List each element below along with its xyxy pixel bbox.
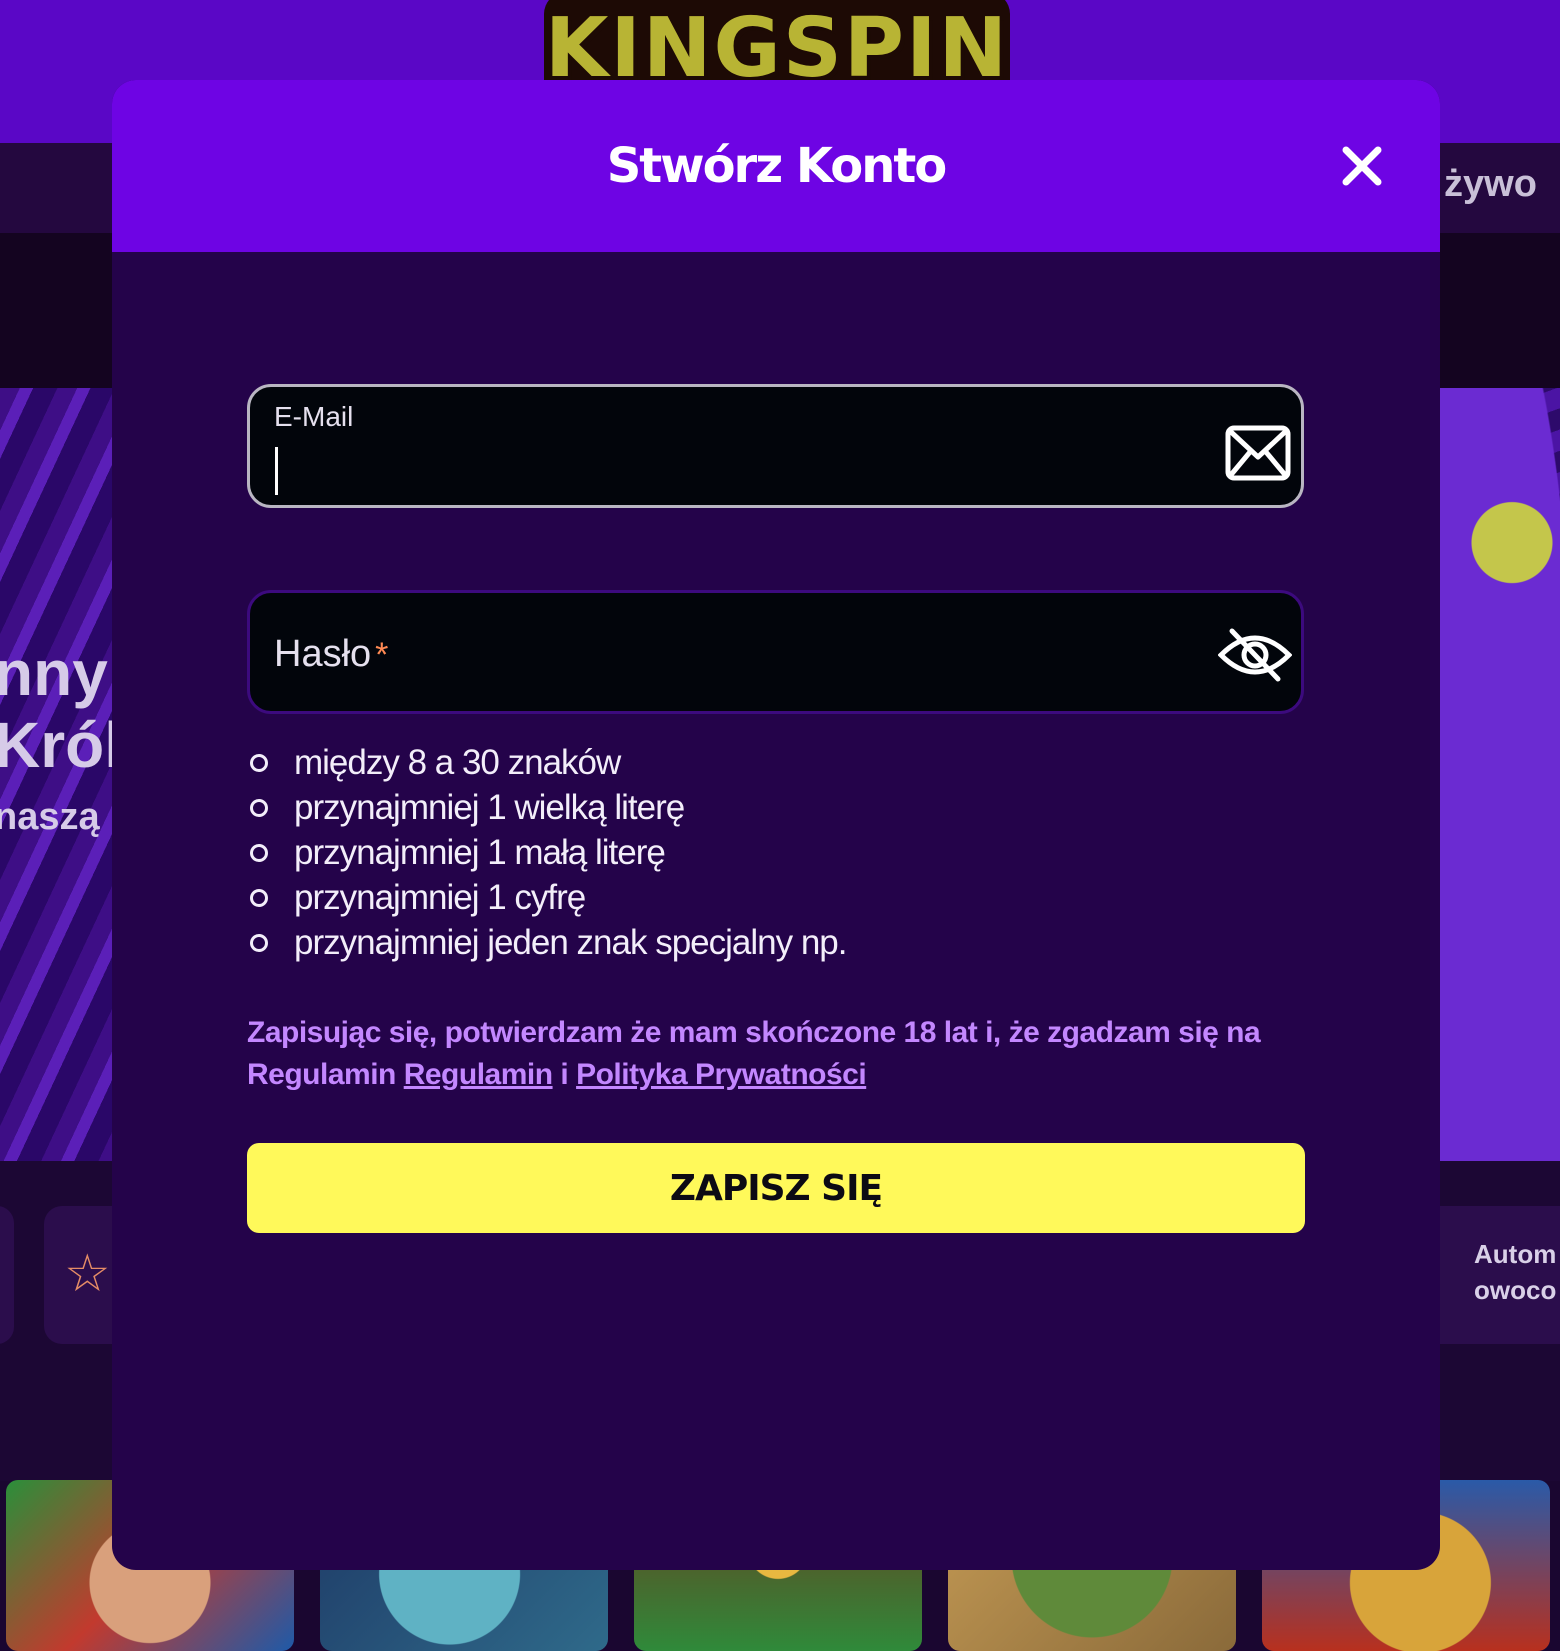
consent-text: Zapisując się, potwierdzam że mam skończ… — [247, 1012, 1317, 1096]
requirement-item: przynajmniej 1 wielką literę — [248, 785, 847, 830]
requirement-text: przynajmniej 1 wielką literę — [294, 787, 685, 827]
hero-title-line-1: nny — [0, 637, 108, 709]
password-field[interactable]: Hasło * — [247, 590, 1304, 714]
email-input[interactable] — [272, 443, 1172, 493]
hero-subtitle: naszą l — [0, 796, 121, 838]
requirement-text: między 8 a 30 znaków — [294, 742, 621, 782]
email-label: E-Mail — [274, 401, 354, 432]
signup-modal: Stwórz Konto E-Mail Hasło * między 8 a 30… — [112, 80, 1440, 1570]
category-card[interactable] — [0, 1206, 14, 1344]
hero-title-line-2: Król — [0, 709, 122, 781]
kingspin-logo[interactable]: KINGSPIN — [544, 0, 1010, 82]
requirement-item: przynajmniej 1 małą literę — [248, 830, 847, 875]
terms-link[interactable]: Regulamin — [404, 1058, 553, 1091]
category-label-fruit-slots: Autom owoco — [1474, 1236, 1556, 1308]
requirement-item: między 8 a 30 znaków — [248, 740, 847, 785]
eye-off-icon[interactable] — [1218, 625, 1292, 685]
modal-title: Stwórz Konto — [606, 138, 948, 194]
circle-icon — [250, 753, 268, 772]
logo-text: KINGSPIN — [544, 1, 1010, 83]
privacy-policy-link[interactable]: Polityka Prywatności — [576, 1058, 867, 1091]
signup-submit-button[interactable]: ZAPISZ SIĘ — [247, 1143, 1305, 1233]
password-requirements: między 8 a 30 znaków przynajmniej 1 wiel… — [248, 740, 847, 965]
close-icon — [1342, 146, 1382, 186]
requirement-text: przynajmniej 1 małą literę — [294, 832, 666, 872]
hero-artwork — [1440, 388, 1560, 1161]
email-field[interactable]: E-Mail — [247, 384, 1304, 508]
category-label-line-2: owoco — [1474, 1275, 1557, 1305]
consent-conjunction: i — [560, 1058, 577, 1091]
requirement-text: przynajmniej 1 cyfrę — [294, 877, 586, 917]
password-label-text: Hasło — [274, 633, 372, 675]
star-icon: ☆ — [64, 1245, 111, 1303]
requirement-item: przynajmniej 1 cyfrę — [248, 875, 847, 920]
text-caret — [275, 447, 278, 495]
category-label-line-1: Autom — [1474, 1239, 1557, 1269]
modal-header: Stwórz Konto — [112, 80, 1440, 252]
requirement-text: przynajmniej jeden znak specjalny np. — [294, 922, 847, 962]
requirement-item: przynajmniej jeden znak specjalny np. — [248, 920, 847, 965]
circle-icon — [250, 933, 268, 952]
close-button[interactable] — [1340, 144, 1384, 188]
mail-icon — [1225, 425, 1291, 481]
circle-icon — [250, 798, 268, 817]
circle-icon — [250, 888, 268, 907]
password-label: Hasło * — [274, 633, 388, 676]
nav-item-live[interactable]: żywo — [1444, 163, 1537, 206]
circle-icon — [250, 843, 268, 862]
required-mark: * — [375, 636, 389, 674]
